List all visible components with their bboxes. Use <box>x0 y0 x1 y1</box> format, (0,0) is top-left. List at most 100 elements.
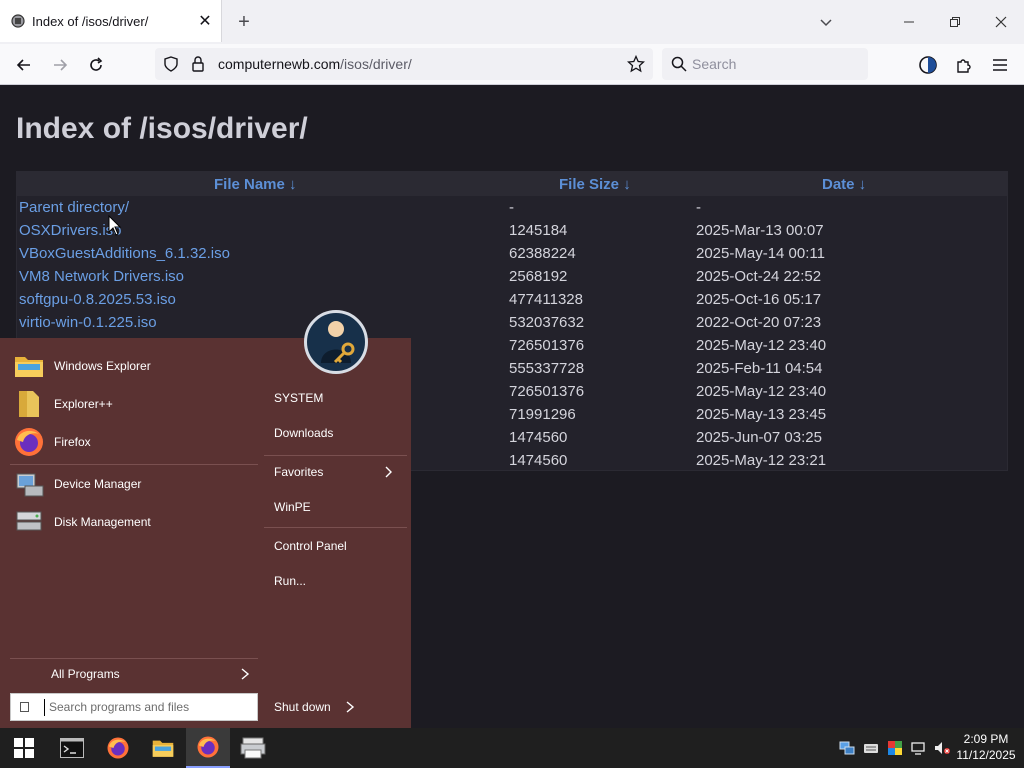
url-text: computernewb.com/isos/driver/ <box>218 56 412 72</box>
start-search-input[interactable] <box>49 698 249 716</box>
account-icon[interactable] <box>913 50 943 80</box>
place-system[interactable]: SYSTEM <box>264 382 407 414</box>
file-date-cell: 2025-Jun-07 03:25 <box>696 429 822 446</box>
file-date-cell: 2025-Oct-24 22:52 <box>696 268 822 285</box>
file-name-link[interactable]: softgpu-0.8.2025.53.iso <box>19 291 176 308</box>
pinned-explorer-plus[interactable]: Explorer++ <box>10 386 258 422</box>
file-size-cell: 62388224 <box>509 245 576 262</box>
place-control-panel[interactable]: Control Panel <box>264 530 407 562</box>
disk-management-icon <box>16 511 42 531</box>
file-date-cell: - <box>696 199 701 216</box>
search-bar[interactable] <box>662 48 868 80</box>
file-date-cell: 2025-May-13 23:45 <box>696 406 827 423</box>
taskbar-windows-explorer[interactable] <box>141 728 185 768</box>
action-center-flag-icon[interactable] <box>911 740 927 756</box>
chevron-right-icon <box>381 464 397 480</box>
pinned-firefox[interactable]: Firefox <box>10 424 258 460</box>
keyboard-icon[interactable] <box>863 740 879 756</box>
tab-active[interactable]: Index of /isos/driver/ ✕ <box>0 0 222 42</box>
file-date-cell: 2025-Mar-13 00:07 <box>696 222 824 239</box>
file-name-link[interactable]: Parent directory/ <box>19 199 129 216</box>
pinned-label: Windows Explorer <box>54 359 151 373</box>
file-date-cell: 2022-Oct-20 07:23 <box>696 314 822 331</box>
page-title: Index of /isos/driver/ <box>16 112 308 145</box>
file-size-cell: 1474560 <box>509 452 568 469</box>
tracking-shield-icon[interactable] <box>163 56 179 72</box>
pinned-windows-explorer[interactable]: Windows Explorer <box>10 348 258 384</box>
lock-icon[interactable] <box>191 56 205 72</box>
forward-arrow-icon[interactable] <box>45 50 75 80</box>
recent-disk-management[interactable]: Disk Management <box>10 504 258 540</box>
url-bar[interactable]: computernewb.com/isos/driver/ <box>155 48 653 80</box>
shut-down-label: Shut down <box>274 700 331 714</box>
file-size-cell: 2568192 <box>509 268 568 285</box>
file-size-cell: 477411328 <box>509 291 583 308</box>
tab-list-chevron-icon[interactable] <box>814 10 838 34</box>
minimize-icon[interactable] <box>894 8 924 36</box>
file-size-cell: 555337728 <box>509 360 585 377</box>
folder-icon <box>152 740 174 757</box>
reload-icon[interactable] <box>81 50 111 80</box>
place-label: Favorites <box>274 465 324 479</box>
printer-device-icon <box>240 737 266 759</box>
extensions-puzzle-icon[interactable] <box>949 50 979 80</box>
file-name-link[interactable]: OSXDrivers.iso <box>19 222 122 239</box>
network-icon[interactable] <box>839 740 855 756</box>
recent-label: Disk Management <box>54 515 151 529</box>
file-size-cell: 1474560 <box>509 429 568 446</box>
place-run[interactable]: Run... <box>264 565 407 597</box>
file-size-cell: 71991296 <box>509 406 576 423</box>
system-clock[interactable]: 2:09 PM 11/12/2025 <box>952 731 1020 763</box>
recent-label: Device Manager <box>54 477 142 491</box>
volume-muted-icon[interactable] <box>934 740 950 756</box>
user-key-icon <box>321 321 355 364</box>
column-header-file-name[interactable]: File Name ↓ <box>214 176 297 193</box>
clock-time: 2:09 PM <box>963 732 1009 746</box>
taskbar: 2:09 PM 11/12/2025 <box>0 728 1024 768</box>
start-button[interactable] <box>2 728 46 768</box>
place-label: Downloads <box>274 426 334 440</box>
hamburger-menu-icon[interactable] <box>985 50 1015 80</box>
new-tab-icon[interactable]: + <box>232 10 256 34</box>
search-box-icon <box>20 702 29 712</box>
file-date-cell: 2025-May-12 23:21 <box>696 452 827 469</box>
place-favorites[interactable]: Favorites <box>264 456 407 488</box>
taskbar-device-manager[interactable] <box>231 728 275 768</box>
tab-title: Index of /isos/driver/ <box>32 13 149 29</box>
recent-device-manager[interactable]: Device Manager <box>10 466 258 502</box>
user-avatar[interactable] <box>304 310 368 374</box>
start-menu: Windows Explorer Explorer++ Firefox Devi… <box>0 338 411 728</box>
shut-down-button[interactable]: Shut down <box>264 693 355 721</box>
taskbar-firefox-running[interactable] <box>186 728 230 768</box>
search-input[interactable] <box>692 54 862 74</box>
file-date-cell: 2025-May-14 00:11 <box>696 245 825 262</box>
column-header-file-size[interactable]: File Size ↓ <box>559 176 631 193</box>
file-name-link[interactable]: VM8 Network Drivers.iso <box>19 268 184 285</box>
close-window-icon[interactable] <box>986 8 1016 36</box>
start-menu-programs-pane: Windows Explorer Explorer++ Firefox Devi… <box>0 338 262 728</box>
place-label: WinPE <box>274 500 311 514</box>
place-downloads[interactable]: Downloads <box>264 417 407 449</box>
taskbar-firefox-pinned[interactable] <box>96 728 140 768</box>
search-icon <box>671 56 687 72</box>
column-header-date[interactable]: Date ↓ <box>822 176 866 193</box>
restore-icon[interactable] <box>940 8 970 36</box>
display-color-icon[interactable] <box>887 740 903 756</box>
navigation-toolbar: computernewb.com/isos/driver/ <box>0 44 1024 85</box>
table-row: OSXDrivers.iso 1245184 2025-Mar-13 00:07 <box>17 220 1007 243</box>
table-row: softgpu-0.8.2025.53.iso 477411328 2025-Oct… <box>17 289 1007 312</box>
pinned-label: Explorer++ <box>54 397 113 411</box>
back-arrow-icon[interactable] <box>9 50 39 80</box>
windows-logo-icon <box>14 738 34 758</box>
taskbar-command-prompt[interactable] <box>50 728 94 768</box>
file-name-link[interactable]: VBoxGuestAdditions_6.1.32.iso <box>19 245 230 262</box>
file-name-link[interactable]: virtio-win-0.1.225.iso <box>19 314 157 331</box>
bookmark-star-icon[interactable] <box>627 55 645 73</box>
clock-date: 11/12/2025 <box>956 748 1016 762</box>
start-search-box[interactable] <box>10 693 258 721</box>
all-programs-button[interactable]: All Programs <box>10 660 258 688</box>
start-menu-divider <box>10 658 258 659</box>
place-winpe[interactable]: WinPE <box>264 491 407 523</box>
site-favicon-icon <box>11 14 25 28</box>
tab-close-icon[interactable]: ✕ <box>193 9 217 33</box>
